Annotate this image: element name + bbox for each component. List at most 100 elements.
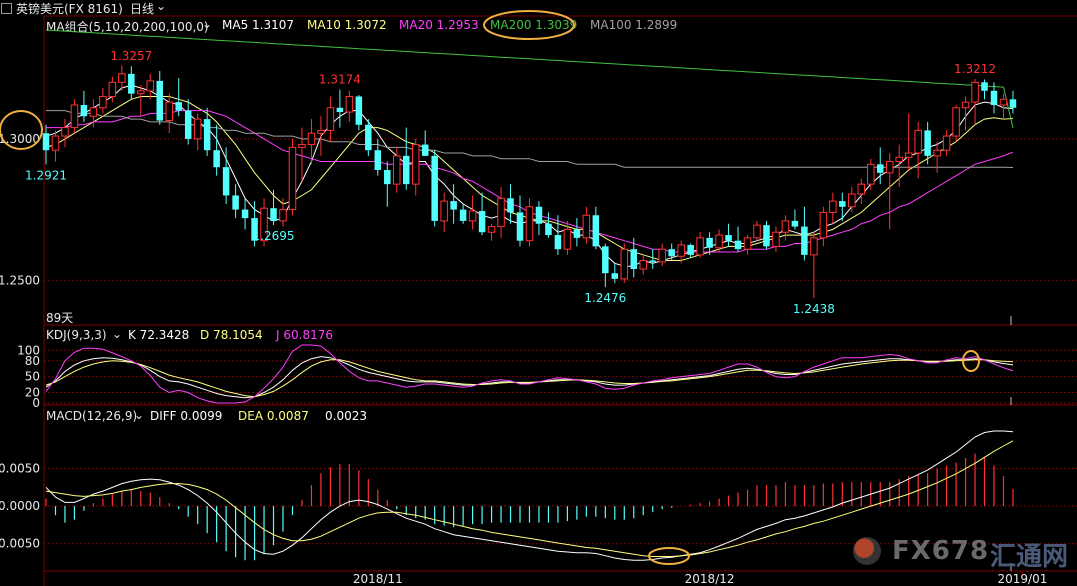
candle-body — [232, 195, 239, 210]
candle-body — [725, 235, 732, 241]
kdj-tick-label: 20 — [25, 385, 40, 399]
chart-canvas: 1.25001.30000205080100-0.00500.00000.005… — [0, 10, 1077, 586]
candle-body — [545, 223, 552, 236]
price-annotation: 1.3257 — [110, 49, 152, 63]
candle-body — [952, 107, 960, 137]
macd-tick-label: 0.0000 — [0, 499, 40, 513]
candle-body — [829, 200, 837, 213]
candle-body — [128, 73, 135, 94]
candle-body — [137, 90, 145, 95]
candle-body — [639, 260, 647, 270]
candle-body — [516, 212, 524, 241]
candle-body — [999, 98, 1008, 106]
candle-body — [924, 130, 931, 156]
price-annotation: 1.2438 — [793, 302, 835, 316]
candle-body — [421, 144, 429, 156]
candle-body — [61, 127, 69, 137]
candle-body — [298, 144, 306, 148]
highlight-ellipse — [483, 10, 575, 40]
candle-body — [904, 152, 913, 158]
candle-body — [933, 149, 941, 157]
candle-body — [895, 156, 903, 163]
candle-body — [715, 234, 723, 249]
candle-body — [687, 244, 694, 255]
candle-body — [175, 102, 182, 111]
candle-body — [270, 208, 277, 221]
candle-body — [658, 248, 666, 263]
candle-body — [336, 107, 344, 113]
candle-body — [981, 82, 988, 91]
candle-body — [450, 201, 457, 210]
price-annotation: 1.2476 — [584, 291, 626, 305]
kdj-tick-label: 100 — [17, 343, 40, 357]
candle-body — [108, 81, 117, 97]
candle-body — [288, 146, 297, 211]
candle-body — [165, 101, 173, 122]
candle-body — [1009, 99, 1017, 108]
candle-body — [876, 164, 884, 173]
candle-body — [402, 155, 410, 185]
candle-body — [70, 104, 79, 129]
price-annotation: 1.2921 — [25, 168, 67, 182]
candle-body — [677, 244, 685, 257]
candle-body — [51, 135, 60, 151]
candle-body — [374, 150, 382, 170]
candle-body — [914, 129, 922, 154]
candle-body — [611, 273, 619, 279]
candle-body — [573, 229, 581, 238]
candle-body — [497, 197, 505, 228]
candle-body — [507, 198, 514, 213]
candle-body — [649, 260, 656, 262]
candle-body — [848, 193, 856, 208]
kdj-line-d — [45, 359, 1014, 398]
kdj-line-j — [45, 344, 1014, 404]
candle-body — [810, 237, 818, 256]
candle-body — [146, 80, 155, 92]
price-annotation: 1.2695 — [253, 229, 295, 243]
candle-body — [990, 90, 998, 105]
candle-body — [961, 101, 970, 109]
watermark-text: FX678 — [892, 536, 990, 566]
candle-body — [857, 183, 866, 195]
macd-tick-label: 0.0050 — [0, 462, 40, 476]
x-tick-label: 2018/12 — [685, 572, 735, 586]
kdj-tick-label: 50 — [25, 370, 40, 384]
candle-body — [355, 96, 363, 125]
candle-body — [193, 118, 202, 140]
candle-body — [563, 228, 572, 250]
macd-tick-label: -0.0050 — [0, 537, 40, 551]
candle-body — [184, 110, 192, 139]
candle-body — [535, 206, 543, 224]
candle-body — [734, 240, 742, 250]
watermark-subtext: 汇通网 — [990, 542, 1069, 572]
candle-body — [118, 73, 126, 83]
candle-body — [630, 249, 638, 269]
candle-body — [781, 220, 790, 233]
candle-body — [468, 210, 477, 222]
candle-body — [620, 248, 629, 280]
candle-body — [99, 95, 107, 109]
candle-body — [307, 132, 316, 146]
candle-body — [203, 119, 211, 151]
candle-body — [384, 170, 391, 185]
price-tick-label: 1.2500 — [0, 273, 40, 287]
candle-body — [89, 107, 98, 117]
candle-body — [487, 226, 496, 233]
candle-body — [971, 81, 979, 103]
price-annotation: 1.3212 — [954, 62, 996, 76]
candle-body — [942, 135, 951, 151]
x-tick-label: 2019/01 — [998, 572, 1048, 586]
candle-body — [478, 211, 486, 233]
candle-body — [326, 107, 335, 131]
candle-body — [365, 124, 372, 151]
candle-body — [582, 214, 591, 239]
candle-body — [592, 215, 600, 247]
candle-body — [213, 150, 220, 168]
candle-body — [753, 224, 761, 239]
candle-body — [525, 206, 534, 242]
price-annotation: 1.3174 — [319, 73, 361, 87]
candle-body — [156, 80, 164, 121]
candle-body — [867, 163, 875, 185]
candle-body — [763, 225, 770, 247]
candle-body — [393, 155, 401, 185]
